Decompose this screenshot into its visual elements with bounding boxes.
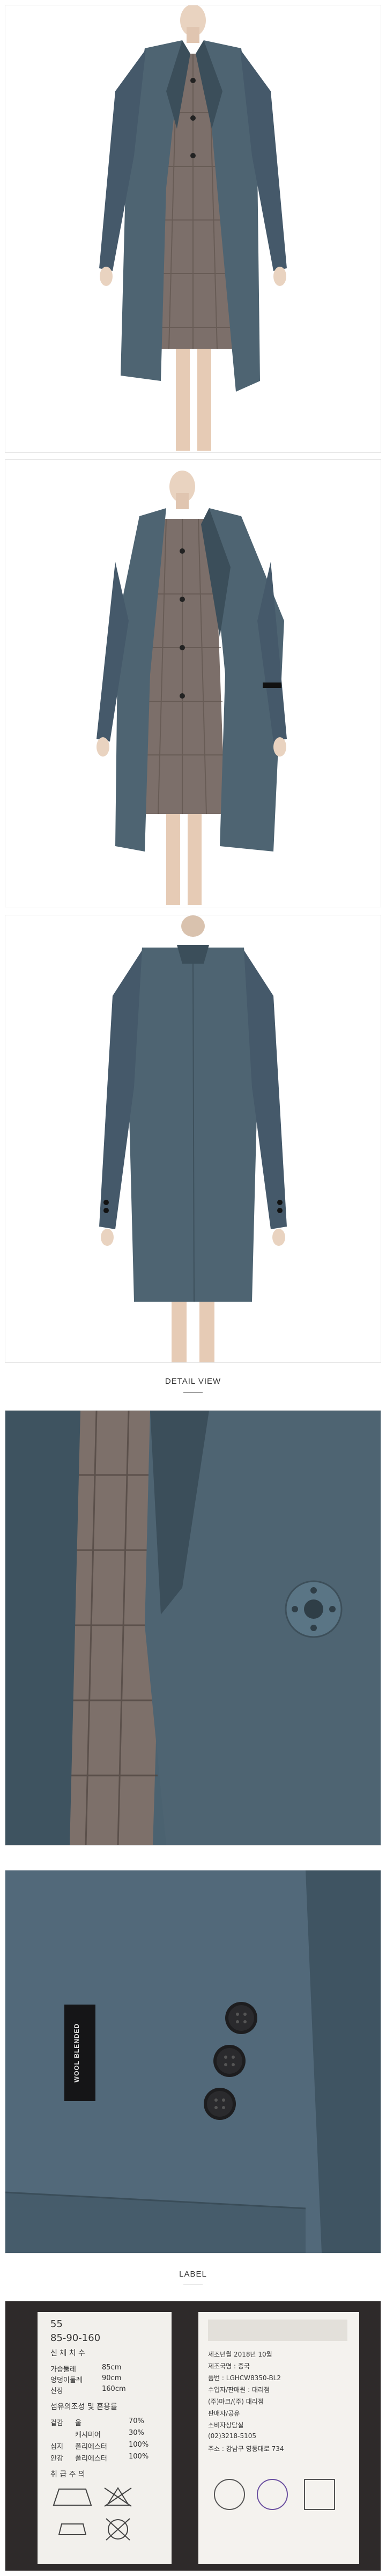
fabric-pct-0: 70% (129, 2417, 144, 2425)
fabric-part-3: 안감 (50, 2455, 63, 2463)
certification-marks (214, 2479, 335, 2510)
measure-value-0: 85cm (102, 2364, 122, 2372)
info-line-5: 판매자/공유 (208, 2410, 240, 2417)
fabric-material-0: 울 (75, 2419, 81, 2427)
measure-name-2: 신장 (50, 2387, 63, 2395)
label-title: LABEL (179, 2270, 207, 2279)
info-line-7: (02)3218-5105 (208, 2432, 257, 2440)
info-line-3: 수입자/판매원 : 대리점 (208, 2386, 270, 2394)
detail-view-divider (183, 1392, 203, 1393)
info-line-1: 제조국명 : 중국 (208, 2362, 250, 2370)
fabric-material-3: 폴리에스터 (75, 2455, 107, 2463)
fabric-part-2: 심지 (50, 2443, 63, 2451)
size-line: 85-90-160 (50, 2332, 101, 2344)
size-label-card: 55 85-90-160 신 체 치 수 가슴둘레 85cm 엉덩이둘레 90c… (38, 2312, 172, 2564)
care-header: 취 급 주 의 (50, 2470, 85, 2479)
fabric-header: 섬유의조성 및 혼용률 (50, 2403, 117, 2411)
fabric-pct-3: 100% (129, 2453, 149, 2461)
product-photo-back (5, 915, 381, 1363)
fabric-part-0: 겉감 (50, 2419, 63, 2427)
info-line-0: 제조년월 2018년 10월 (208, 2351, 272, 2358)
detail-photo-sleeve: WOOL BLENDED (5, 1870, 381, 2254)
info-line-6: 소비자상담실 (208, 2421, 244, 2429)
product-photo-open (5, 459, 381, 907)
fabric-material-1: 캐시미어 (75, 2431, 101, 2439)
barcode-area (208, 2320, 347, 2341)
info-line-4: (주)마크/(주) 대리점 (208, 2398, 264, 2405)
info-line-8: 주소 : 강남구 영동대로 734 (208, 2445, 284, 2453)
info-label-card: 제조년월 2018년 10월 제조국명 : 중국 품번 : LGHCW8350-… (198, 2312, 359, 2564)
detail-view-title: DETAIL VIEW (165, 1377, 221, 1386)
coat-open-illustration (96, 471, 287, 905)
sleeve-brand-tag: WOOL BLENDED (73, 2023, 80, 2083)
fabric-pct-1: 30% (129, 2429, 144, 2437)
lapel-detail-illustration (5, 1411, 381, 1845)
size-top: 55 (50, 2318, 63, 2330)
measure-value-1: 90cm (102, 2374, 122, 2382)
measure-name-1: 엉덩이둘레 (50, 2376, 83, 2384)
fabric-pct-2: 100% (129, 2441, 149, 2449)
label-photo: 55 85-90-160 신 체 치 수 가슴둘레 85cm 엉덩이둘레 90c… (5, 2301, 381, 2571)
detail-photo-lapel (5, 1410, 381, 1846)
product-photo-front (5, 5, 381, 453)
measure-name-0: 가슴둘레 (50, 2366, 76, 2374)
coat-front-illustration (99, 5, 287, 451)
sleeve-detail-illustration (5, 1870, 381, 2253)
fabric-material-2: 폴리에스터 (75, 2443, 107, 2451)
care-symbols (53, 2487, 132, 2541)
size-header: 신 체 치 수 (50, 2349, 85, 2358)
coat-back-illustration (99, 915, 287, 1362)
info-line-2: 품번 : LGHCW8350-BL2 (208, 2374, 281, 2382)
measure-value-2: 160cm (102, 2385, 126, 2393)
